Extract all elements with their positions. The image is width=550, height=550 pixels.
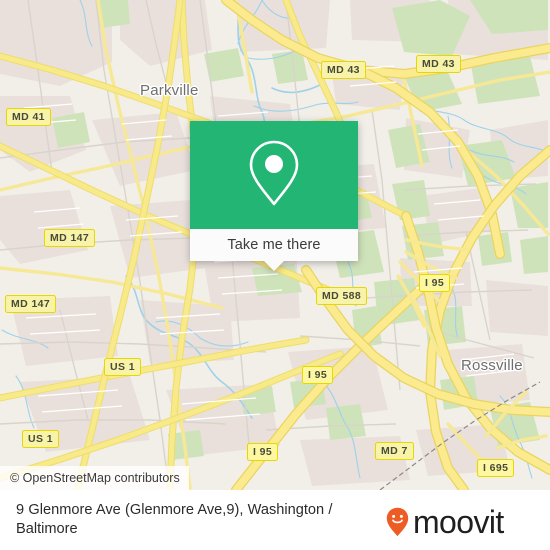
moovit-map-screen: .res { fill:#e9e0dc; } .park { fill:#cfe… <box>0 0 550 550</box>
shield-i-95-south[interactable]: I 95 <box>247 443 279 461</box>
callout-tail <box>264 261 284 271</box>
moovit-logo[interactable]: moovit <box>386 504 504 540</box>
shield-i-95-mid[interactable]: I 95 <box>302 366 334 384</box>
take-me-there-label: Take me there <box>227 237 321 253</box>
osm-attribution[interactable]: © OpenStreetMap contributors <box>0 466 189 490</box>
moovit-wordmark: moovit <box>413 504 504 540</box>
place-label-parkville: Parkville <box>140 82 199 99</box>
shield-md-7[interactable]: MD 7 <box>375 442 414 460</box>
location-pin-icon <box>245 136 303 215</box>
shield-i-95-north[interactable]: I 95 <box>419 274 451 292</box>
take-me-there-button[interactable]: Take me there <box>190 229 358 261</box>
osm-attribution-text: © OpenStreetMap contributors <box>10 471 180 485</box>
shield-i-695[interactable]: I 695 <box>477 459 515 477</box>
shield-md-41[interactable]: MD 41 <box>6 108 51 126</box>
shield-md-43-east[interactable]: MD 43 <box>416 55 461 73</box>
shield-md-147[interactable]: MD 147 <box>44 229 96 247</box>
place-label-rossville: Rossville <box>461 357 523 374</box>
shield-us-1-west[interactable]: US 1 <box>22 430 59 448</box>
location-callout-card[interactable]: Take me there <box>190 121 358 271</box>
shield-md-147-south[interactable]: MD 147 <box>5 295 57 313</box>
moovit-pin-icon <box>386 507 409 537</box>
location-title: 9 Glenmore Ave (Glenmore Ave,9), Washing… <box>16 502 333 537</box>
map-canvas[interactable]: .res { fill:#e9e0dc; } .park { fill:#cfe… <box>0 0 550 490</box>
callout-pin-panel <box>190 121 358 229</box>
footer-bar: 9 Glenmore Ave (Glenmore Ave,9), Washing… <box>0 490 550 550</box>
shield-md-43[interactable]: MD 43 <box>321 61 366 79</box>
shield-us-1[interactable]: US 1 <box>104 358 141 376</box>
shield-md-588[interactable]: MD 588 <box>316 287 368 305</box>
